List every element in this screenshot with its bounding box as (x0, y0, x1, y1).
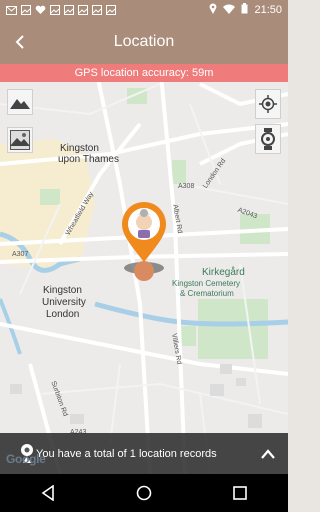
page-title: Location (113, 33, 175, 50)
map-label: Kirkegård (202, 267, 245, 278)
home-nav-icon[interactable] (129, 478, 159, 508)
map-label: A308 (178, 183, 195, 190)
recents-nav-icon[interactable] (225, 478, 255, 508)
chevron-up-icon[interactable] (256, 442, 280, 466)
back-nav-icon[interactable] (33, 478, 63, 508)
status-bar: 21:50 (0, 0, 288, 20)
heart-icon (35, 5, 46, 15)
image-icon (92, 5, 102, 15)
accuracy-banner: GPS location accuracy: 59m (0, 64, 288, 82)
google-logo: Google (6, 452, 46, 466)
app-bar: Location (0, 20, 288, 64)
image-icon (50, 5, 60, 15)
map-label: Kingston (43, 285, 82, 296)
location-marker-icon[interactable] (118, 198, 172, 286)
records-count-text: You have a total of 1 location records (36, 447, 217, 460)
map-label: Kingston Cemetery (172, 279, 241, 288)
system-icons: 21:50 (209, 3, 282, 17)
map-label: & Crematorium (180, 289, 234, 298)
image-icon (21, 5, 31, 15)
map-label: upon Thames (58, 154, 119, 165)
image-icon (78, 5, 88, 15)
wifi-icon (223, 4, 236, 17)
image-icon (106, 5, 116, 15)
back-arrow-icon[interactable] (8, 30, 32, 54)
map-label: London (46, 309, 80, 320)
location-icon (209, 3, 217, 17)
my-location-icon[interactable] (255, 89, 281, 119)
terrain-icon[interactable] (7, 127, 33, 153)
clock-time: 21:50 (254, 4, 282, 16)
notification-icons (6, 5, 116, 15)
map-label: A307 (12, 251, 29, 258)
map-label: University (42, 297, 86, 308)
landscape-icon[interactable] (7, 89, 33, 115)
image-icon (64, 5, 74, 15)
system-nav-bar (0, 474, 288, 512)
watch-icon[interactable] (255, 124, 281, 154)
battery-icon (241, 3, 248, 17)
map-label: Kingston (60, 143, 99, 154)
map-view[interactable]: Kingston upon Thames Kingston University… (0, 64, 288, 474)
mail-icon (6, 5, 17, 15)
